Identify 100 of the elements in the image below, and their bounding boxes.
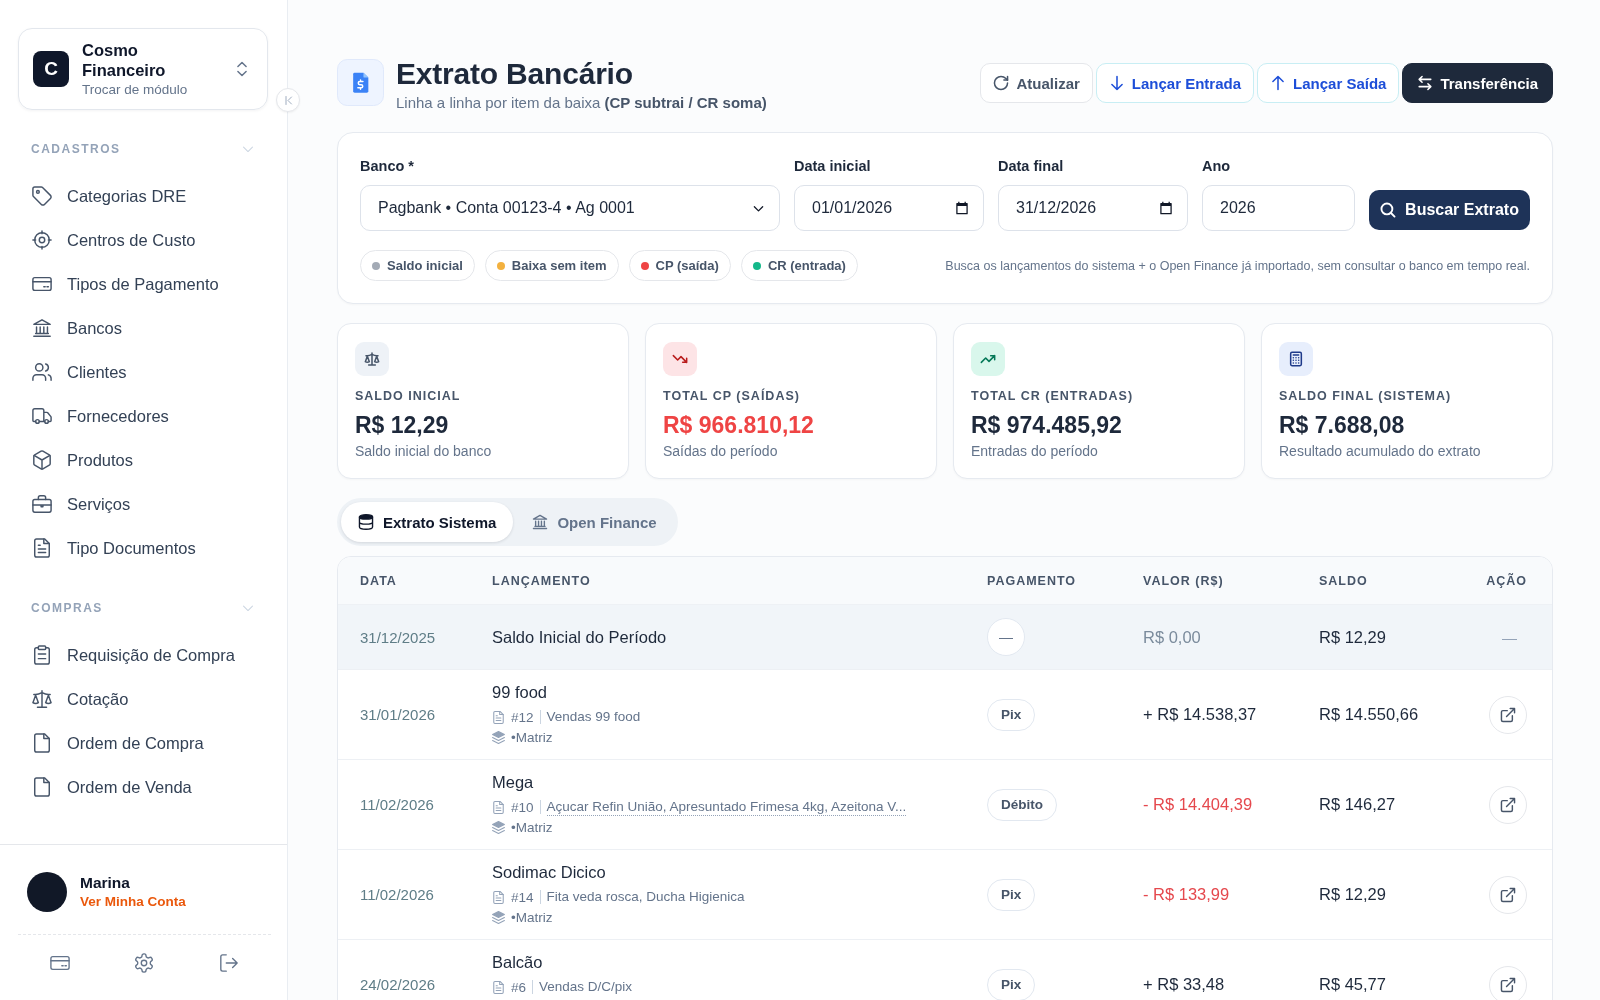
document-icon: [492, 890, 505, 904]
bank-icon: [532, 514, 549, 530]
entry-description: Vendas D/C/pix: [539, 978, 633, 996]
users-icon: [32, 362, 52, 382]
nav-item[interactable]: Serviços: [0, 482, 143, 526]
balance-cell-text: R$ 12,29: [1319, 627, 1387, 647]
tab[interactable]: Open Finance: [515, 502, 674, 542]
nav-item[interactable]: Fornecedores: [0, 394, 181, 438]
app-logo: C: [33, 51, 69, 87]
column-header: SALDO: [1319, 573, 1369, 588]
nav-item[interactable]: Ordem de Venda: [0, 765, 204, 809]
document-number: #10: [511, 799, 534, 815]
payment-badge: —: [987, 618, 1025, 656]
scale-icon: [355, 342, 389, 376]
refresh-button[interactable]: Atualizar: [980, 63, 1093, 103]
document-icon: [32, 538, 52, 558]
select-field[interactable]: Pagbank • Conta 00123-4 • Ag 0001: [360, 185, 780, 231]
nav-item[interactable]: Clientes: [0, 350, 139, 394]
field-label: Data final: [998, 157, 1065, 175]
payment-badge: Débito: [987, 788, 1057, 821]
document-number: #12: [511, 709, 534, 725]
module-subtitle: Trocar de módulo: [82, 80, 189, 99]
transfer-button[interactable]: Transferência: [1402, 63, 1553, 103]
legend-label: Baixa sem item: [511, 258, 607, 273]
legend-label: CR (entrada): [767, 258, 846, 273]
amount-cell-text: + R$ 14.538,37: [1143, 705, 1258, 724]
nav-item[interactable]: Bancos: [0, 306, 135, 350]
external-link-icon: [1500, 976, 1516, 993]
date-field[interactable]: 31/12/2026: [998, 185, 1188, 231]
nav-item[interactable]: Centros de Custo: [0, 218, 208, 262]
summary-label: TOTAL CR (ENTRADAS): [971, 388, 1135, 404]
external-link-icon: [1500, 706, 1516, 723]
box-icon: [32, 450, 52, 470]
input-field[interactable]: 2026: [1202, 185, 1355, 231]
collapse-sidebar-icon: [282, 94, 294, 106]
amount-cell-text: R$ 0,00: [1143, 627, 1202, 647]
page-subtitle: Linha a linha por item da baixa (CP subtrai / CR soma): [396, 94, 767, 112]
open-button[interactable]: [1489, 785, 1527, 824]
open-button[interactable]: [1489, 965, 1527, 1000]
document-icon: [492, 710, 505, 724]
nav-item[interactable]: Cotação: [0, 677, 141, 721]
column-header: AÇÃO: [1486, 573, 1527, 588]
balance-cell-text: R$ 146,27: [1319, 795, 1397, 814]
open-button[interactable]: [1489, 695, 1527, 734]
search-icon: [1380, 202, 1397, 218]
summary-value: R$ 7.688,08: [1279, 411, 1406, 439]
exit-button[interactable]: Lançar Saída: [1257, 63, 1400, 103]
layers-icon: [492, 730, 505, 744]
layers-icon: [492, 910, 505, 924]
refresh-icon: [993, 75, 1010, 91]
user-name: Marina: [80, 873, 131, 893]
external-link-icon: [1500, 796, 1516, 813]
column-header: VALOR (R$): [1143, 573, 1225, 588]
credit-card-icon: [32, 274, 52, 294]
summary-label: TOTAL CP (SAÍDAS): [663, 388, 801, 404]
field-label: Data inicial: [794, 157, 872, 175]
logout-icon[interactable]: [218, 953, 239, 973]
database-icon: [358, 514, 374, 530]
amount-cell-text: - R$ 133,99: [1143, 885, 1231, 904]
legend-label: CP (saída): [655, 258, 719, 273]
nav-item[interactable]: Requisição de Compra: [0, 633, 247, 677]
search-button[interactable]: Buscar Extrato: [1369, 190, 1530, 230]
column-header: LANÇAMENTO: [492, 573, 592, 588]
column-header: PAGAMENTO: [987, 573, 1078, 588]
tab[interactable]: Extrato Sistema: [341, 502, 514, 542]
legend-label: Saldo inicial: [387, 258, 463, 273]
entry-title: Balcão: [492, 952, 544, 973]
branch-label: •Matriz: [511, 819, 553, 835]
nav-item[interactable]: Produtos: [0, 438, 146, 482]
nav-item[interactable]: Ordem de Compra: [0, 721, 216, 765]
document-icon: [492, 800, 505, 814]
credit-card-icon[interactable]: [50, 953, 71, 973]
entry-button[interactable]: Lançar Entrada: [1095, 63, 1255, 103]
document-number: #14: [511, 889, 534, 905]
nav-item[interactable]: Tipo Documentos: [0, 526, 208, 570]
file-icon: [32, 777, 52, 797]
date-cell-text: 31/12/2025: [360, 628, 437, 646]
tag-icon: [32, 186, 52, 206]
summary-value: R$ 974.485,92: [971, 411, 1123, 439]
document-number: #6: [511, 979, 527, 995]
entry-title: Mega: [492, 772, 535, 793]
date-field[interactable]: 01/01/2026: [794, 185, 984, 231]
nav-item[interactable]: Categorias DRE: [0, 174, 199, 218]
trend-down-icon: [663, 342, 697, 376]
module-title: Cosmo Financeiro: [82, 39, 167, 80]
module-switcher[interactable]: C Cosmo Financeiro Trocar de módulo: [18, 28, 268, 110]
page-title: Extrato Bancário: [396, 58, 634, 90]
scale-icon: [32, 689, 52, 709]
entry-title: 99 food: [492, 682, 549, 703]
open-button[interactable]: [1489, 875, 1527, 914]
arrow-down-icon: [1108, 75, 1125, 91]
summary-caption: Saldo inicial do banco: [355, 442, 493, 460]
file-icon: [32, 733, 52, 753]
swap-arrows-icon: [1417, 75, 1434, 91]
nav-item[interactable]: Tipos de Pagamento: [0, 262, 231, 306]
settings-icon[interactable]: [134, 953, 155, 973]
field-label: Banco *: [360, 157, 415, 175]
account-link[interactable]: Ver Minha Conta: [80, 893, 186, 911]
trend-up-icon: [971, 342, 1005, 376]
action-cell: —: [1502, 628, 1517, 646]
